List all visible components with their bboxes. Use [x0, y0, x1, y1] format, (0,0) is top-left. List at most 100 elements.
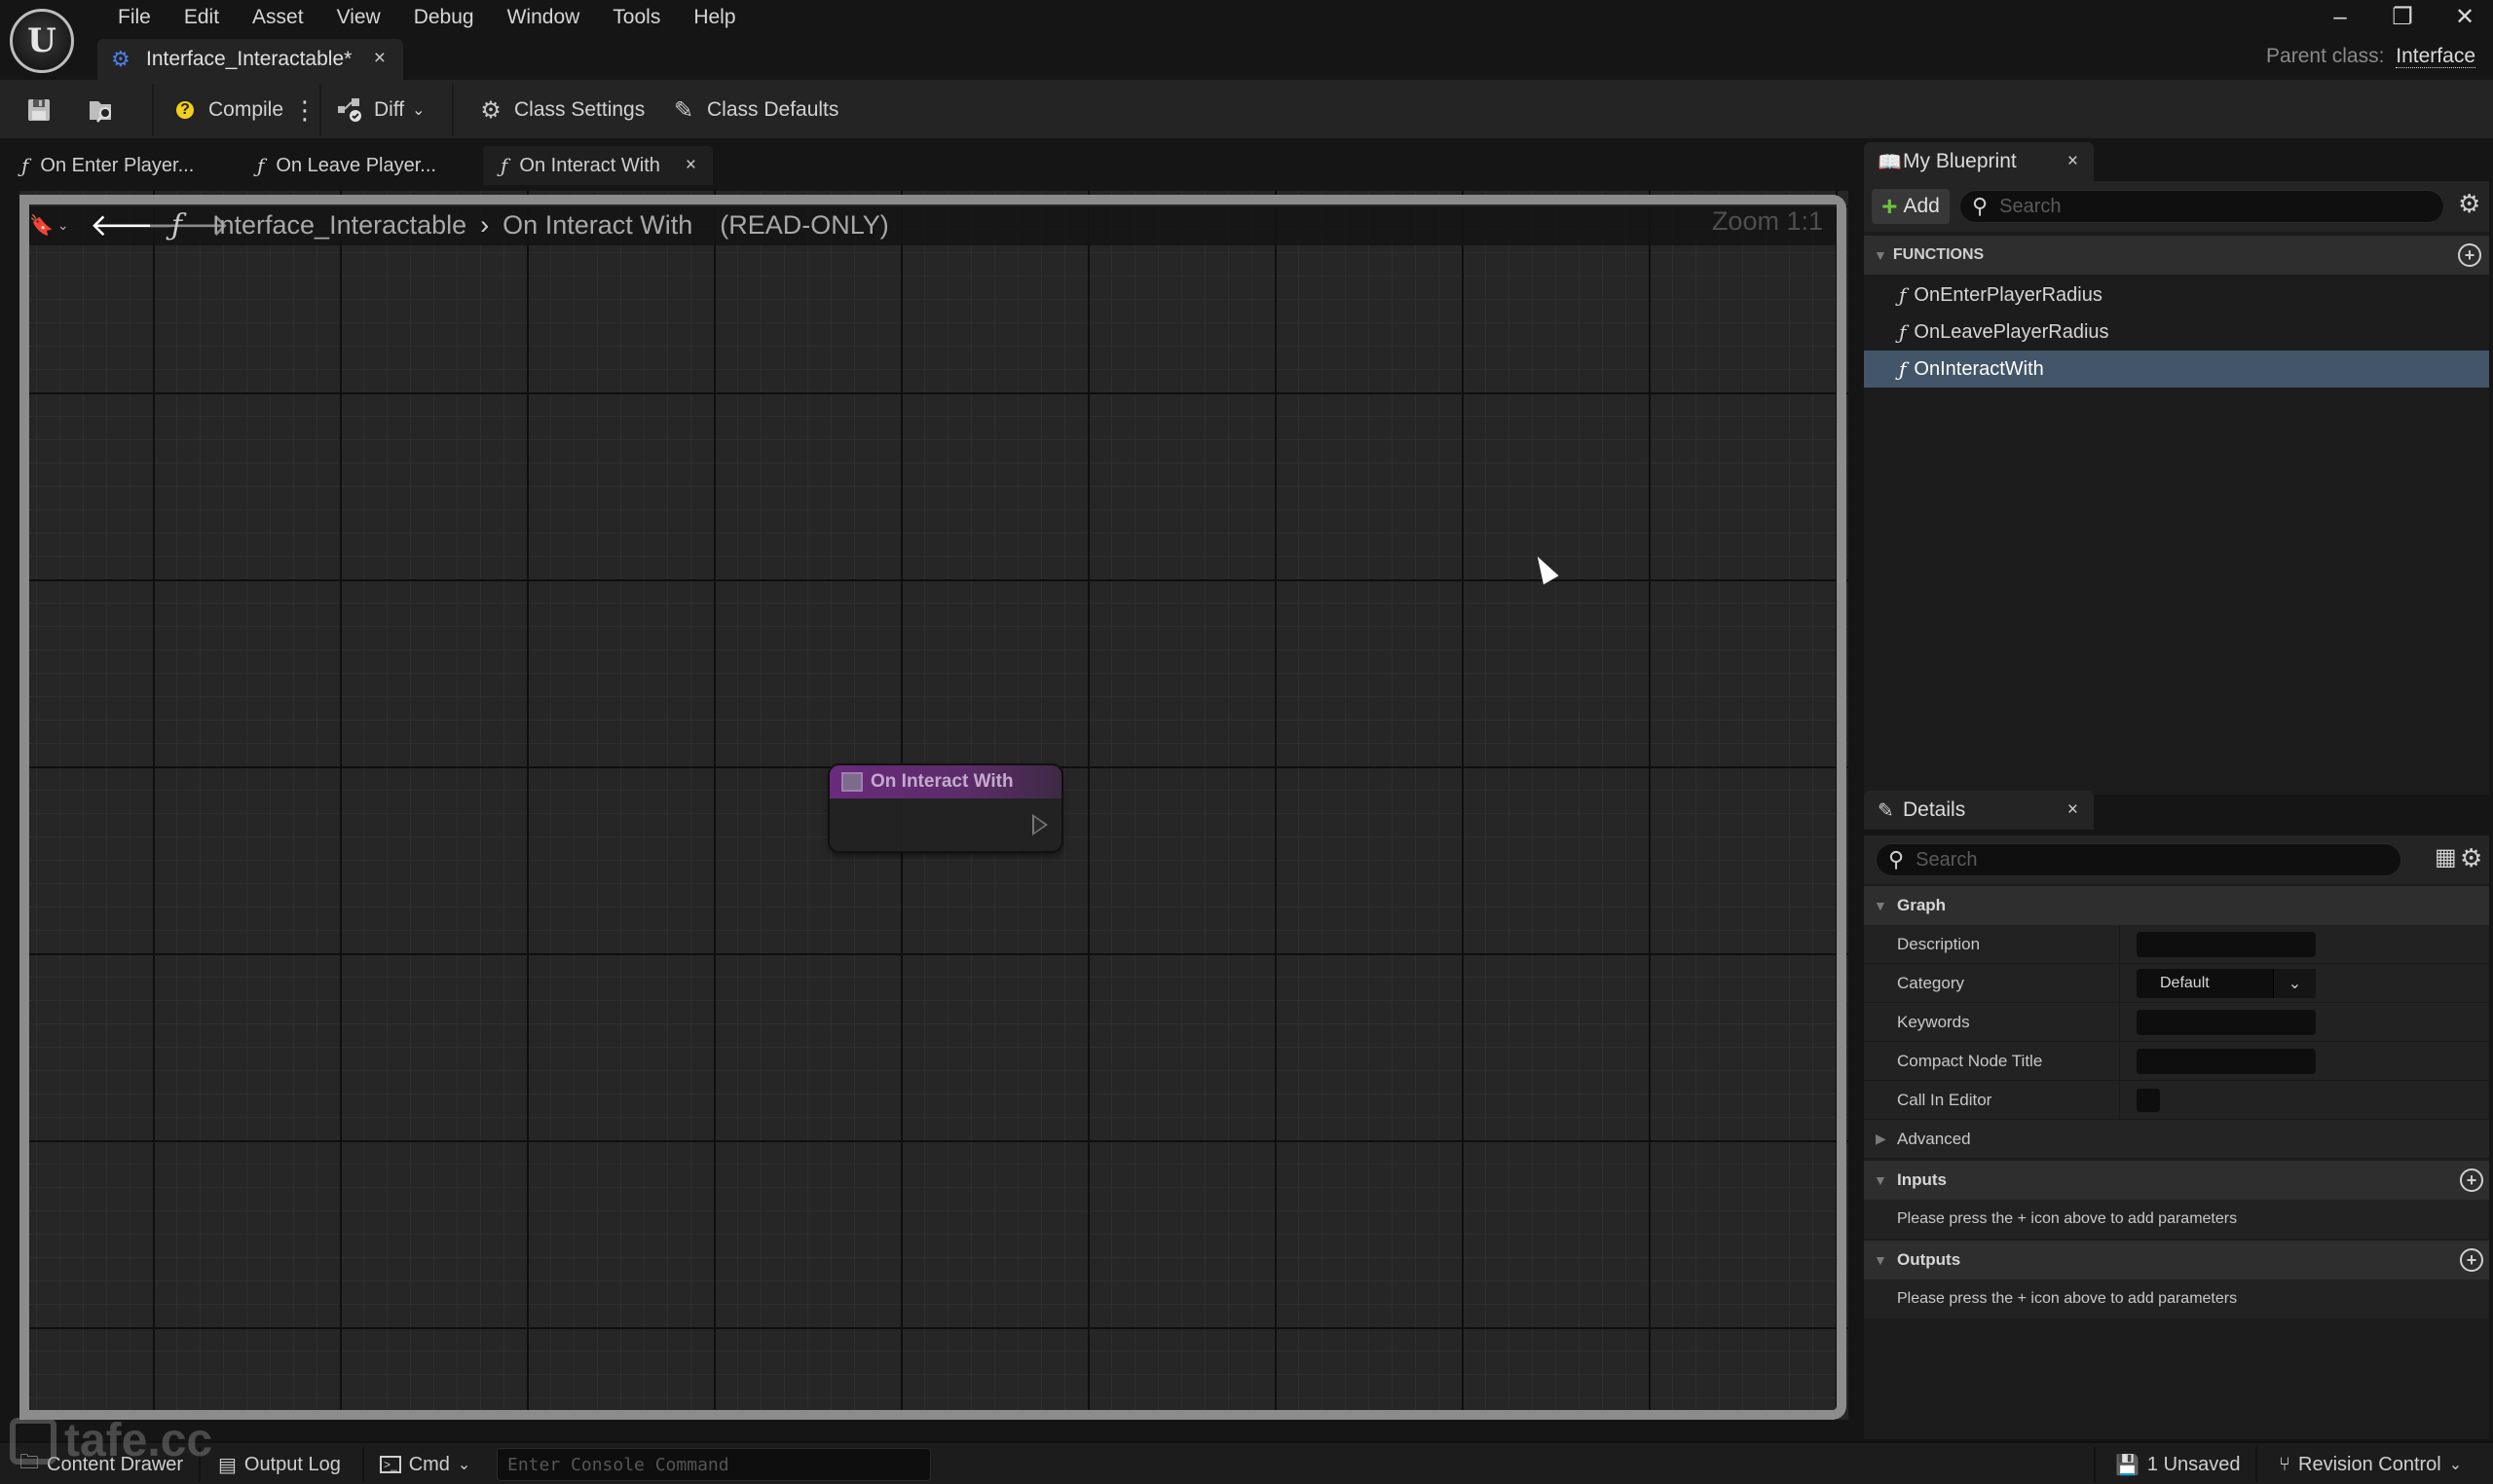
menu-tools[interactable]: Tools	[596, 2, 677, 33]
details-search-input[interactable]: ⚲ Search	[1876, 843, 2401, 876]
add-function-icon[interactable]: +	[2458, 243, 2481, 267]
collapse-triangle-icon: ▼	[1874, 898, 1887, 913]
save-icon	[23, 94, 55, 126]
functions-section-header[interactable]: ▼ FUNCTIONS +	[1864, 236, 2489, 275]
restore-button[interactable]: ❐	[2388, 2, 2417, 33]
branch-icon: ⑂	[2279, 1453, 2290, 1475]
function-list-item[interactable]: ƒ OnLeavePlayerRadius	[1864, 314, 2489, 351]
unsaved-save-icon: 💾	[2115, 1454, 2140, 1476]
my-blueprint-tab[interactable]: 📖 My Blueprint ×	[1864, 142, 2094, 181]
outputs-note: Please press the + icon above to add par…	[1864, 1280, 2489, 1318]
table-view-icon[interactable]: ▦	[2435, 843, 2457, 872]
diff-button[interactable]: Diff ⌄	[335, 90, 426, 130]
call-in-editor-label: Call In Editor	[1897, 1090, 1992, 1109]
tab-label: On Leave Player...	[276, 154, 436, 176]
menu-edit[interactable]: Edit	[167, 2, 236, 33]
inputs-section-label: Inputs	[1897, 1170, 1947, 1189]
breadcrumb-root[interactable]: Interface_Interactable	[212, 210, 466, 241]
unreal-logo-icon[interactable]: U	[10, 9, 74, 73]
chevron-down-icon: ⌄	[412, 102, 426, 119]
inputs-section-header[interactable]: ▼ Inputs +	[1864, 1161, 2489, 1200]
outputs-section-label: Outputs	[1897, 1250, 1961, 1269]
graph-section-header[interactable]: ▼ Graph	[1864, 886, 2489, 925]
collapse-triangle-icon: ▼	[1874, 247, 1887, 263]
console-command-input[interactable]: Enter Console Command	[497, 1448, 931, 1481]
status-divider	[2094, 1447, 2096, 1482]
parent-class-link[interactable]: Interface	[2396, 45, 2475, 68]
unsaved-label: 1 Unsaved	[2146, 1453, 2241, 1475]
tab-label: On Enter Player...	[40, 154, 195, 176]
console-placeholder: Enter Console Command	[507, 1454, 729, 1475]
advanced-row[interactable]: ▶ Advanced	[1864, 1120, 2489, 1159]
exec-output-pin-icon[interactable]	[1032, 814, 1048, 835]
chevron-down-icon[interactable]: ⌄	[2273, 968, 2316, 998]
call-in-editor-checkbox[interactable]	[2137, 1088, 2160, 1112]
title-bar: U File Edit Asset View Debug Window Tool…	[0, 0, 2493, 80]
function-name: OnInteractWith	[1914, 357, 2044, 380]
tab-on-interact-with[interactable]: ƒ On Interact With ×	[483, 146, 713, 185]
my-blueprint-search-input[interactable]: ⚲ Search	[1959, 190, 2444, 223]
column-divider	[2119, 1042, 2120, 1080]
category-row: Category Default ⌄	[1864, 964, 2489, 1003]
add-input-icon[interactable]: +	[2460, 1169, 2483, 1192]
add-label: Add	[1903, 195, 1940, 217]
details-tab[interactable]: ✎ Details ×	[1864, 791, 2094, 830]
search-placeholder: Search	[1999, 195, 2062, 217]
outputs-section-header[interactable]: ▼ Outputs +	[1864, 1241, 2489, 1280]
bookmark-button[interactable]: 🔖 ⌄	[29, 208, 69, 241]
column-divider	[2119, 964, 2120, 1002]
close-window-button[interactable]: ✕	[2450, 2, 2479, 33]
menu-asset[interactable]: Asset	[236, 2, 320, 33]
add-button[interactable]: + Add	[1872, 189, 1950, 224]
function-list-item-selected[interactable]: ƒ OnInteractWith	[1864, 351, 2489, 388]
function-icon: ƒ	[1899, 283, 1907, 307]
category-combo[interactable]: Default ⌄	[2137, 968, 2316, 998]
breadcrumb: ƒ Interface_Interactable › On Interact W…	[171, 204, 889, 245]
gear-icon: ⚙	[480, 96, 502, 124]
node-header: On Interact With	[830, 765, 1061, 798]
revision-control-button[interactable]: ⑂ Revision Control ⌄	[2279, 1443, 2462, 1484]
close-tab-icon[interactable]: ×	[374, 47, 386, 70]
browse-button[interactable]	[86, 90, 117, 130]
parent-class: Parent class: Interface	[2266, 45, 2475, 68]
my-blueprint-tab-label: My Blueprint	[1903, 150, 2017, 172]
gear-icon[interactable]: ⚙	[2458, 189, 2480, 219]
minimize-button[interactable]: –	[2326, 2, 2355, 33]
call-in-editor-row: Call In Editor	[1864, 1081, 2489, 1120]
menu-view[interactable]: View	[320, 2, 397, 33]
function-icon: ƒ	[21, 154, 29, 177]
outputs-note-text: Please press the + icon above to add par…	[1897, 1290, 2238, 1307]
keywords-field[interactable]	[2137, 1009, 2316, 1035]
close-panel-icon[interactable]: ×	[2067, 151, 2078, 172]
save-button[interactable]	[23, 90, 55, 130]
unsaved-button[interactable]: 💾 1 Unsaved	[2115, 1443, 2241, 1484]
gear-icon[interactable]: ⚙	[2460, 843, 2482, 873]
inputs-note-text: Please press the + icon above to add par…	[1897, 1210, 2238, 1227]
compile-status-icon: ?	[169, 94, 201, 126]
tab-on-enter-player[interactable]: ƒ On Enter Player...	[4, 146, 228, 185]
add-output-icon[interactable]: +	[2460, 1248, 2483, 1272]
tab-on-leave-player[interactable]: ƒ On Leave Player...	[240, 146, 473, 185]
compile-button[interactable]: ? Compile	[169, 90, 283, 130]
function-icon: ƒ	[1899, 320, 1907, 344]
menu-debug[interactable]: Debug	[397, 2, 491, 33]
close-tab-icon[interactable]: ×	[686, 155, 696, 176]
class-settings-button[interactable]: ⚙ Class Settings	[475, 90, 645, 130]
menu-file[interactable]: File	[101, 2, 167, 33]
close-panel-icon[interactable]: ×	[2067, 799, 2078, 821]
output-log-button[interactable]: ▤ Output Log	[218, 1443, 341, 1484]
overlay-watermark: tafe.cc	[10, 1414, 212, 1467]
menu-window[interactable]: Window	[491, 2, 597, 33]
function-entry-node[interactable]: On Interact With	[830, 765, 1061, 851]
class-defaults-button[interactable]: ✎ Class Defaults	[668, 90, 838, 130]
function-list-item[interactable]: ƒ OnEnterPlayerRadius	[1864, 277, 2489, 314]
compact-node-title-field[interactable]	[2137, 1048, 2316, 1074]
document-tab[interactable]: ⚙ Interface_Interactable* ×	[97, 39, 403, 80]
collapse-triangle-icon: ▼	[1874, 1172, 1887, 1188]
menu-help[interactable]: Help	[677, 2, 752, 33]
cmd-button[interactable]: >_ Cmd ⌄	[380, 1443, 470, 1484]
compile-options-button[interactable]: ⋮	[292, 90, 317, 130]
description-field[interactable]	[2137, 931, 2316, 957]
chevron-down-icon: ⌄	[2448, 1457, 2463, 1473]
breadcrumb-separator-icon: ›	[480, 209, 490, 240]
